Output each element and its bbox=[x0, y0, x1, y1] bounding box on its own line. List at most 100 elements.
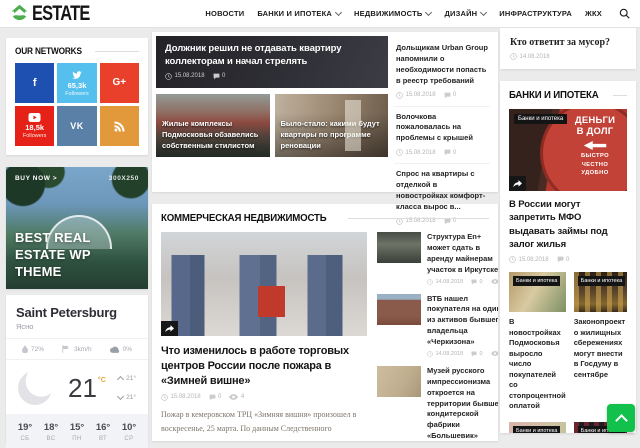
share-button[interactable] bbox=[161, 321, 178, 336]
article-card[interactable]: Банки и ипотека Названы крупнейшие ипоте… bbox=[509, 422, 566, 433]
temperature-unit: °C bbox=[98, 377, 106, 384]
nav-item-nedvizhimost[interactable]: НЕДВИЖИМОСТЬ bbox=[354, 9, 431, 18]
views-eye-icon bbox=[491, 279, 498, 284]
ad-banner[interactable]: BUY NOW > 300X250 BEST REAL ESTATE WP TH… bbox=[6, 167, 148, 289]
comment-count: 0 bbox=[222, 73, 225, 79]
featured-image-money-loan-sign[interactable]: Банки и ипотека ДЕНЬГИ В ДОЛГ БЫСТРО ЧЕС… bbox=[509, 109, 627, 191]
commercial-real-estate-widget: КОММЕРЧЕСКАЯ НЕДВИЖИМОСТЬ Что изменилось… bbox=[152, 204, 498, 441]
list-item[interactable]: Структура En+ может сдать в аренду майне… bbox=[377, 232, 498, 285]
list-item[interactable]: ВТБ нашел покупателя на один из активов … bbox=[377, 294, 498, 357]
high-low: 21° 21° bbox=[118, 375, 136, 401]
weather-condition: Ясно bbox=[16, 322, 138, 331]
comment-icon bbox=[213, 73, 220, 80]
social-tiles: f 65,3k Followers G+ 18,5k Followers VK bbox=[15, 63, 139, 146]
weather-city: Saint Petersburg bbox=[16, 305, 138, 320]
nav-item-zhkh[interactable]: ЖКХ bbox=[585, 9, 602, 18]
article-title[interactable]: Волочкова пожаловалась на проблемы с кры… bbox=[396, 112, 488, 145]
section-title: БАНКИ И ИПОТЕКА bbox=[509, 89, 599, 101]
list-item[interactable]: Музей русского импрессионизма откроется … bbox=[377, 366, 498, 441]
article-title[interactable]: Жилые комплексы Подмосковья обзавелись с… bbox=[162, 119, 264, 152]
ad-title: BEST REAL ESTATE WP THEME bbox=[15, 230, 120, 281]
moon-icon bbox=[18, 371, 52, 405]
article-card[interactable]: Банки и ипотека В новостройках Подмосков… bbox=[509, 272, 566, 412]
article-title[interactable]: Структура En+ может сдать в аренду майне… bbox=[427, 232, 498, 276]
post-date: 15.08.2018 bbox=[175, 73, 205, 79]
wind-flag-icon bbox=[62, 345, 71, 353]
clock-icon bbox=[161, 394, 168, 401]
nav-item-dizain[interactable]: ДИЗАЙН bbox=[444, 9, 486, 18]
clock-icon bbox=[510, 53, 517, 60]
category-tag[interactable]: Банки и ипотека bbox=[513, 426, 560, 433]
article-title[interactable]: Кто ответит за мусор? bbox=[510, 37, 626, 48]
scroll-to-top-button[interactable] bbox=[607, 404, 635, 432]
house-hand-logo-icon bbox=[10, 4, 29, 23]
article-card[interactable]: Банки и ипотека Законопроект о жилищных … bbox=[574, 272, 627, 412]
twitter-tile[interactable]: 65,3k Followers bbox=[57, 63, 96, 103]
article-card[interactable]: Жилые комплексы Подмосковья обзавелись с… bbox=[156, 94, 270, 157]
article-title[interactable]: В России могут запретить МФО выдавать за… bbox=[509, 198, 627, 251]
featured-article[interactable]: Должник решил не отдавать квартиру колле… bbox=[156, 36, 388, 88]
article-title[interactable]: Дольщикам Urban Group напомнили о необхо… bbox=[396, 43, 488, 87]
clock-icon bbox=[509, 256, 516, 263]
category-tag[interactable]: Банки и ипотека bbox=[514, 114, 567, 124]
chevron-down-icon bbox=[335, 9, 342, 16]
left-arrow-icon bbox=[583, 141, 607, 150]
forecast-day: 18°ВС bbox=[44, 422, 58, 442]
views-eye-icon bbox=[229, 394, 238, 400]
article-excerpt: Пожар в кемеровском ТРЦ «Зимняя вишня» п… bbox=[161, 408, 367, 441]
article-thumbnail[interactable]: Банки и ипотека bbox=[509, 272, 566, 312]
article-title[interactable]: Законопроект о жилищных сбережениях могу… bbox=[574, 317, 627, 380]
article-thumbnail[interactable] bbox=[377, 294, 421, 325]
humidity-stat: 72% bbox=[22, 345, 44, 353]
site-logo[interactable]: ESTATE bbox=[10, 2, 106, 26]
article-thumbnail[interactable] bbox=[377, 366, 421, 397]
rss-tile[interactable] bbox=[100, 106, 139, 146]
nav-item-novosti[interactable]: НОВОСТИ bbox=[205, 9, 244, 18]
buy-now-link[interactable]: BUY NOW > bbox=[15, 175, 57, 182]
nav-label: БАНКИ И ИПОТЕКА bbox=[257, 9, 332, 18]
article-thumbnail[interactable]: Банки и ипотека bbox=[509, 422, 566, 433]
teaser-article[interactable]: Кто ответит за мусор? 14.08.2018 bbox=[500, 28, 636, 69]
category-tag[interactable]: Банки и ипотека bbox=[513, 276, 560, 286]
post-date: 15.08.2018 bbox=[406, 218, 436, 224]
article-title[interactable]: Было-стало: какими будут квартиры по про… bbox=[281, 119, 383, 152]
divider bbox=[613, 95, 627, 96]
forecast-temp: 18° bbox=[44, 422, 58, 433]
list-item[interactable]: Волочкова пожаловалась на проблемы с кры… bbox=[394, 107, 490, 165]
left-sidebar: OUR NETWORKS f 65,3k Followers G+ 18,5k bbox=[6, 38, 148, 443]
forecast-temp: 10° bbox=[122, 422, 136, 433]
comment-count: 0 bbox=[480, 279, 483, 285]
nav-item-banki-i-ipoteka[interactable]: БАНКИ И ИПОТЕКА bbox=[257, 9, 341, 18]
youtube-tile[interactable]: 18,5k Followers bbox=[15, 106, 54, 146]
search-icon[interactable] bbox=[619, 8, 630, 19]
clock-icon bbox=[165, 73, 172, 80]
list-item[interactable]: Спрос на квартиры с отделкой в новострой… bbox=[394, 164, 490, 232]
category-tag[interactable]: Банки и ипотека bbox=[578, 276, 625, 286]
article-thumbnail[interactable]: Банки и ипотека bbox=[574, 272, 627, 312]
comment-icon bbox=[444, 149, 451, 156]
post-meta: 14.08.2018 0 4 bbox=[427, 351, 498, 357]
top-news-widget: Должник решил не отдавать квартиру колле… bbox=[152, 32, 498, 192]
youtube-icon bbox=[28, 113, 41, 122]
share-button[interactable] bbox=[509, 176, 526, 191]
article-card[interactable]: Было-стало: какими будут квартиры по про… bbox=[275, 94, 389, 157]
google-plus-tile[interactable]: G+ bbox=[100, 63, 139, 103]
post-meta: 15.08.2018 0 bbox=[509, 256, 627, 263]
article-title[interactable]: Спрос на квартиры с отделкой в новострой… bbox=[396, 169, 488, 213]
article-title[interactable]: Должник решил не отдавать квартиру колле… bbox=[165, 43, 379, 69]
vk-tile[interactable]: VK bbox=[57, 106, 96, 146]
article-title[interactable]: Музей русского импрессионизма откроется … bbox=[427, 366, 498, 441]
article-title[interactable]: В новостройках Подмосковья выросло число… bbox=[509, 317, 566, 412]
list-item[interactable]: Дольщикам Urban Group напомнили о необхо… bbox=[394, 38, 490, 107]
nav-item-infrastruktura[interactable]: ИНФРАСТРУКТУРА bbox=[499, 9, 572, 18]
banks-and-mortgage-widget: БАНКИ И ИПОТЕКА Банки и ипотека ДЕНЬГИ В… bbox=[500, 81, 636, 433]
comment-count: 0 bbox=[453, 92, 456, 98]
featured-image-mannequins[interactable] bbox=[161, 232, 367, 336]
clock-icon bbox=[427, 351, 433, 357]
article-title[interactable]: ВТБ нашел покупателя на один из активов … bbox=[427, 294, 498, 348]
article-thumbnail[interactable] bbox=[377, 232, 421, 263]
facebook-tile[interactable]: f bbox=[15, 63, 54, 103]
comment-icon bbox=[471, 351, 477, 357]
forecast-label: ВТ bbox=[96, 436, 110, 442]
article-title[interactable]: Что изменилось в работе торговых центров… bbox=[161, 344, 367, 389]
